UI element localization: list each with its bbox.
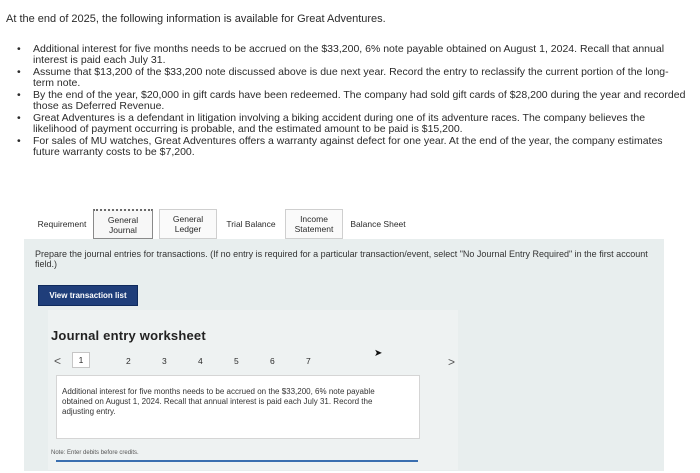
bullet-icon: • [17,43,21,55]
bullet-icon: • [17,112,21,124]
list-item: • For sales of MU watches, Great Adventur… [17,135,663,158]
tab-balance-sheet[interactable]: Balance Sheet [345,209,411,239]
journal-panel: Prepare the journal entries for transact… [24,239,664,471]
mouse-cursor-icon: ➤ [374,348,383,359]
bullet-icon: • [17,135,21,147]
tab-trial-balance[interactable]: Trial Balance [219,209,283,239]
view-transaction-list-button[interactable]: View transaction list [38,285,138,306]
page-6-button[interactable]: 6 [270,356,275,366]
divider [56,460,418,462]
tab-general-ledger[interactable]: General Ledger [159,209,217,239]
bullet-icon: • [17,66,21,78]
list-item: • Great Adventures is a defendant in liti… [17,112,646,135]
worksheet-pager: < 1 2 3 4 5 6 7 > [52,352,462,372]
journal-entry-worksheet: Journal entry worksheet < 1 2 3 4 5 6 7 … [48,310,458,470]
tab-general-journal[interactable]: General Journal [93,209,153,239]
tab-income-statement[interactable]: Income Statement [285,209,343,239]
tab-requirement[interactable]: Requirement [33,209,91,239]
list-item: • By the end of the year, $20,000 in gift… [17,89,686,112]
page-2-button[interactable]: 2 [126,356,131,366]
list-item: • Assume that $13,200 of the $33,200 note… [17,66,669,89]
page-4-button[interactable]: 4 [198,356,203,366]
instruction-main: Prepare the journal entries for transact… [35,249,208,259]
page-1-button[interactable]: 1 [72,352,90,368]
requirement-tabs: Requirement General Journal General Ledg… [33,207,411,241]
transaction-description: Additional interest for five months need… [62,387,375,416]
page-3-button[interactable]: 3 [162,356,167,366]
page-5-button[interactable]: 5 [234,356,239,366]
list-item: • Additional interest for five months nee… [17,43,665,66]
page-7-button[interactable]: 7 [306,356,311,366]
info-list: • Additional interest for five months nee… [16,44,688,159]
worksheet-title: Journal entry worksheet [51,328,206,343]
intro-text: At the end of 2025, the following inform… [6,13,386,25]
instructions: Prepare the journal entries for transact… [35,249,655,269]
chevron-right-icon[interactable]: > [448,355,455,369]
chevron-left-icon[interactable]: < [54,354,61,368]
transaction-description-box: Additional interest for five months need… [56,375,420,439]
bullet-icon: • [17,89,21,101]
debit-credit-note: Note: Enter debits before credits. [51,450,139,456]
